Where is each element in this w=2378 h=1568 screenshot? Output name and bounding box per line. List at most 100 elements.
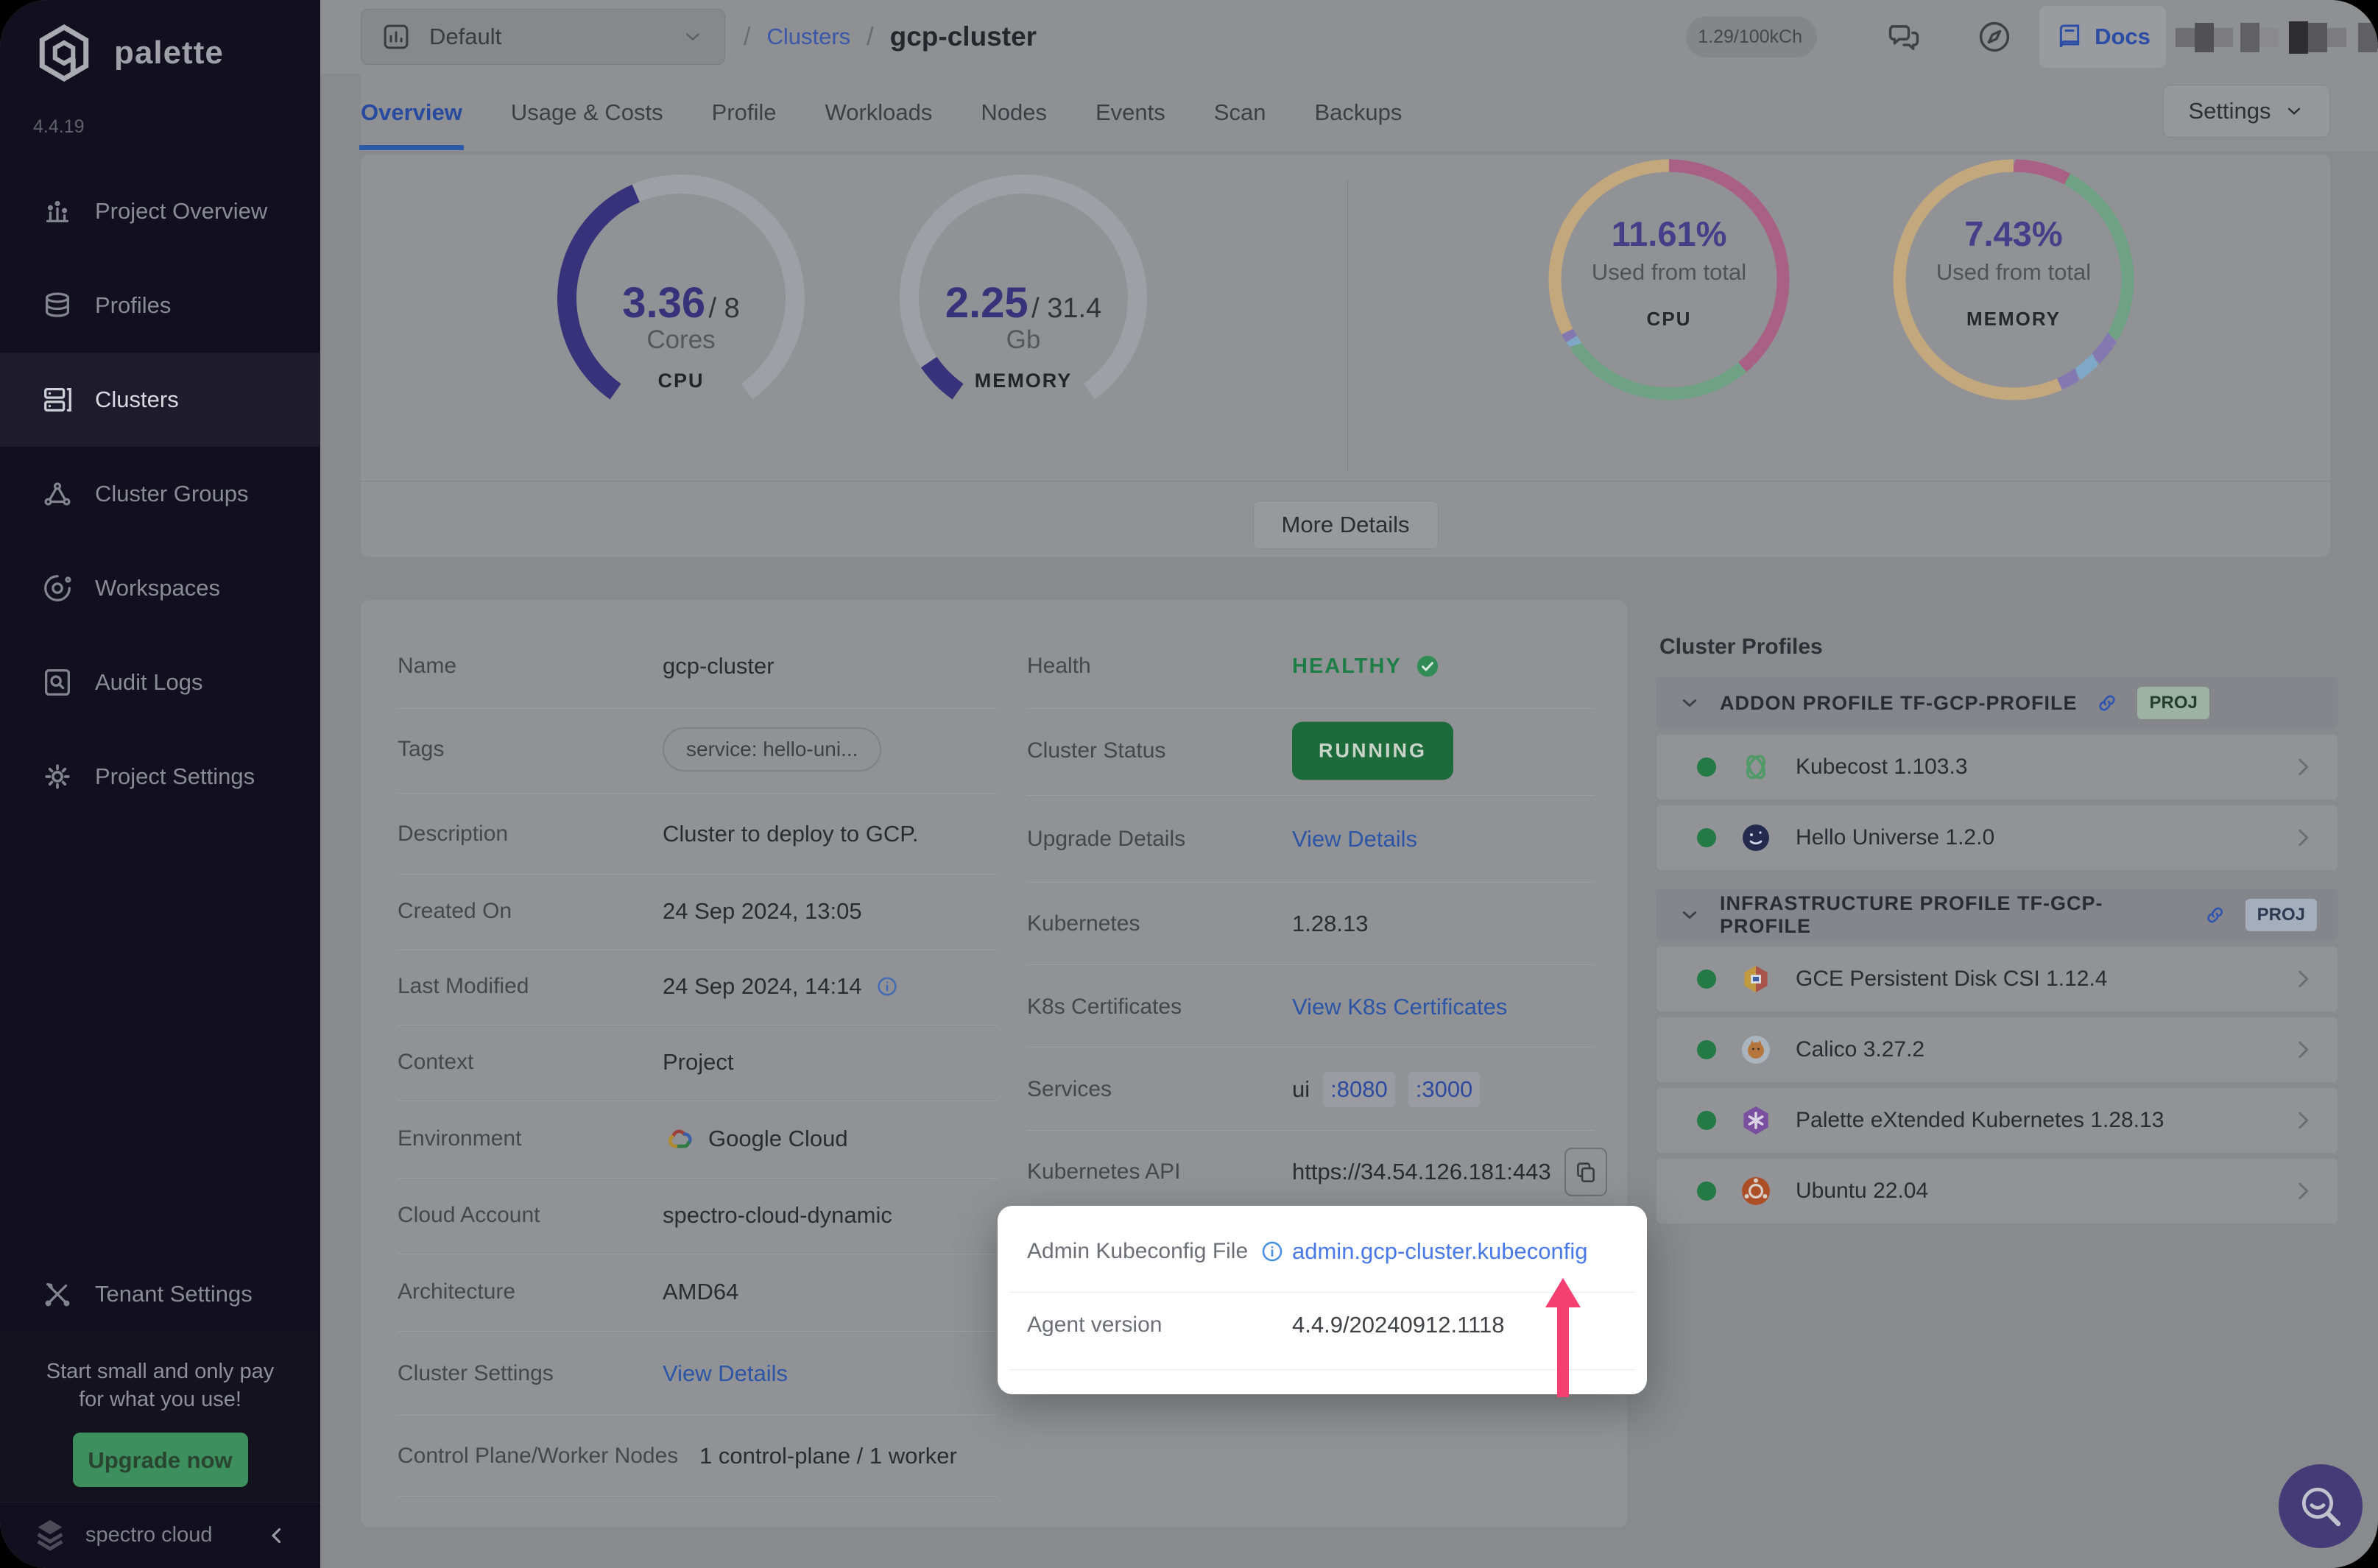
- memory-gauge-value: 2.25 / 31.4: [895, 278, 1152, 328]
- breadcrumb-clusters-link[interactable]: Clusters: [766, 24, 850, 50]
- profile-layer-ubuntu[interactable]: Ubuntu 22.04: [1657, 1159, 2338, 1223]
- kubernetes-api-value: https://34.54.126.181:443: [1292, 1148, 1607, 1196]
- upgrade-promo: Start small and only pay for what you us…: [0, 1331, 320, 1502]
- palette-logo[interactable]: palette: [33, 22, 224, 84]
- upgrade-details-label: Upgrade Details: [1027, 827, 1185, 852]
- collapse-sidebar-icon[interactable]: [264, 1523, 289, 1548]
- sidebar-item-project-overview[interactable]: Project Overview: [0, 164, 320, 258]
- name-value: gcp-cluster: [663, 653, 775, 679]
- book-icon: [2055, 22, 2084, 52]
- nodes-value: 1 control-plane / 1 worker: [699, 1443, 957, 1469]
- scope-badge: PROJ: [2245, 899, 2317, 931]
- layer-name: Ubuntu 22.04: [1796, 1179, 2268, 1204]
- k8s-certificates-link[interactable]: View K8s Certificates: [1292, 994, 1507, 1020]
- status-dot: [1697, 1182, 1716, 1201]
- infrastructure-profile-name: INFRASTRUCTURE PROFILE TF-GCP-PROFILE: [1720, 892, 2185, 938]
- sidebar-item-workspaces[interactable]: Workspaces: [0, 541, 320, 635]
- cluster-profiles-title: Cluster Profiles: [1659, 635, 2338, 660]
- sidebar-item-cluster-groups[interactable]: Cluster Groups: [0, 447, 320, 541]
- spotlight-divider: [1009, 1292, 1635, 1293]
- upgrade-details-link[interactable]: View Details: [1292, 826, 1417, 852]
- tab-workloads[interactable]: Workloads: [825, 99, 933, 126]
- profile-layer-kubecost[interactable]: Kubecost 1.103.3: [1657, 735, 2338, 799]
- breadcrumb-separator: /: [867, 23, 873, 52]
- gear-icon: [40, 760, 74, 794]
- sidebar-item-audit-logs[interactable]: Audit Logs: [0, 635, 320, 730]
- settings-dropdown-button[interactable]: Settings: [2163, 85, 2330, 138]
- service-port-link[interactable]: :8080: [1323, 1072, 1395, 1107]
- upgrade-now-button[interactable]: Upgrade now: [73, 1433, 248, 1487]
- memory-donut-percent: 7.43%: [1888, 213, 2139, 254]
- check-circle-icon: [1415, 654, 1440, 679]
- tag-pill[interactable]: service: hello-uni...: [663, 727, 881, 771]
- layer-name: Palette eXtended Kubernetes 1.28.13: [1796, 1108, 2268, 1133]
- sidebar-item-clusters[interactable]: Clusters: [0, 353, 320, 447]
- network-icon: [40, 477, 74, 511]
- sidebar-item-profiles[interactable]: Profiles: [0, 258, 320, 353]
- chat-icon[interactable]: [1885, 18, 1923, 56]
- layer-name: Hello Universe 1.2.0: [1796, 825, 2268, 850]
- layers-icon: [40, 289, 74, 322]
- tab-scan[interactable]: Scan: [1214, 99, 1266, 126]
- copy-button[interactable]: [1564, 1148, 1607, 1196]
- sidebar-item-label: Tenant Settings: [95, 1281, 253, 1307]
- memory-donut-caption: Used from total: [1888, 259, 2139, 286]
- chevron-right-icon: [2290, 1108, 2315, 1133]
- promo-line-1: Start small and only pay: [0, 1331, 320, 1385]
- palette-logo-icon: [33, 22, 95, 84]
- sidebar-item-tenant-settings[interactable]: Tenant Settings: [0, 1247, 320, 1341]
- project-selector[interactable]: Default: [361, 9, 725, 65]
- tab-profile[interactable]: Profile: [712, 99, 777, 126]
- more-details-button[interactable]: More Details: [1253, 501, 1439, 549]
- layer-name: Calico 3.27.2: [1796, 1037, 2268, 1062]
- info-icon[interactable]: [1260, 1239, 1285, 1264]
- health-label: Health: [1027, 654, 1091, 679]
- kubernetes-label: Kubernetes: [1027, 911, 1140, 936]
- hello-universe-icon: [1738, 820, 1774, 855]
- addon-profile-header[interactable]: ADDON PROFILE TF-GCP-PROFILE PROJ: [1657, 677, 2338, 729]
- sidebar-item-label: Audit Logs: [95, 669, 203, 696]
- link-icon: [2095, 691, 2120, 716]
- cluster-status-label: Cluster Status: [1027, 738, 1165, 763]
- info-icon[interactable]: [875, 975, 899, 998]
- cluster-settings-link[interactable]: View Details: [663, 1360, 788, 1387]
- search-assistant-button[interactable]: [2279, 1464, 2363, 1548]
- google-cloud-icon: [663, 1123, 695, 1155]
- architecture-label: Architecture: [398, 1279, 515, 1304]
- tab-overview[interactable]: Overview: [361, 99, 462, 126]
- profile-layer-calico[interactable]: Calico 3.27.2: [1657, 1017, 2338, 1082]
- compass-icon[interactable]: [1975, 18, 2014, 56]
- main-content: Default / Clusters / gcp-cluster 1.29/10…: [320, 0, 2378, 1568]
- status-badge: RUNNING: [1292, 722, 1453, 780]
- spotlight-divider: [1009, 1369, 1635, 1370]
- created-on-value: 24 Sep 2024, 13:05: [663, 898, 862, 925]
- docs-label: Docs: [2095, 24, 2151, 50]
- profile-layer-gce-csi[interactable]: GCE Persistent Disk CSI 1.12.4: [1657, 947, 2338, 1011]
- cpu-donut-caption: Used from total: [1544, 259, 1794, 286]
- description-value: Cluster to deploy to GCP.: [663, 821, 919, 847]
- k8s-certificates-label: K8s Certificates: [1027, 995, 1182, 1020]
- scope-badge: PROJ: [2137, 687, 2209, 719]
- audit-log-icon: [40, 665, 74, 699]
- infrastructure-profile-header[interactable]: INFRASTRUCTURE PROFILE TF-GCP-PROFILE PR…: [1657, 889, 2338, 941]
- walkthrough-arrow: [1542, 1275, 1584, 1400]
- usage-quota-value: 1.29/100kCh: [1698, 27, 1802, 48]
- sidebar: palette 4.4.19 Project Overview Profiles: [0, 0, 320, 1568]
- tab-backups[interactable]: Backups: [1314, 99, 1402, 126]
- profile-layer-pxk[interactable]: Palette eXtended Kubernetes 1.28.13: [1657, 1088, 2338, 1153]
- chevron-right-icon: [2290, 1179, 2315, 1204]
- tab-nodes[interactable]: Nodes: [981, 99, 1047, 126]
- last-modified-label: Last Modified: [398, 974, 529, 999]
- profile-layer-hello-universe[interactable]: Hello Universe 1.2.0: [1657, 805, 2338, 870]
- user-menu-redacted[interactable]: [2176, 19, 2378, 56]
- tab-events[interactable]: Events: [1095, 99, 1165, 126]
- chevron-right-icon: [2290, 1037, 2315, 1062]
- sidebar-item-project-settings[interactable]: Project Settings: [0, 730, 320, 824]
- cpu-donut-percent: 11.61%: [1544, 213, 1794, 254]
- docs-button[interactable]: Docs: [2039, 6, 2166, 68]
- layer-name: Kubecost 1.103.3: [1796, 755, 2268, 780]
- settings-label: Settings: [2188, 98, 2271, 124]
- service-port-link[interactable]: :3000: [1408, 1072, 1481, 1107]
- admin-kubeconfig-link[interactable]: admin.gcp-cluster.kubeconfig: [1292, 1238, 1588, 1265]
- tab-usage-costs[interactable]: Usage & Costs: [511, 99, 663, 126]
